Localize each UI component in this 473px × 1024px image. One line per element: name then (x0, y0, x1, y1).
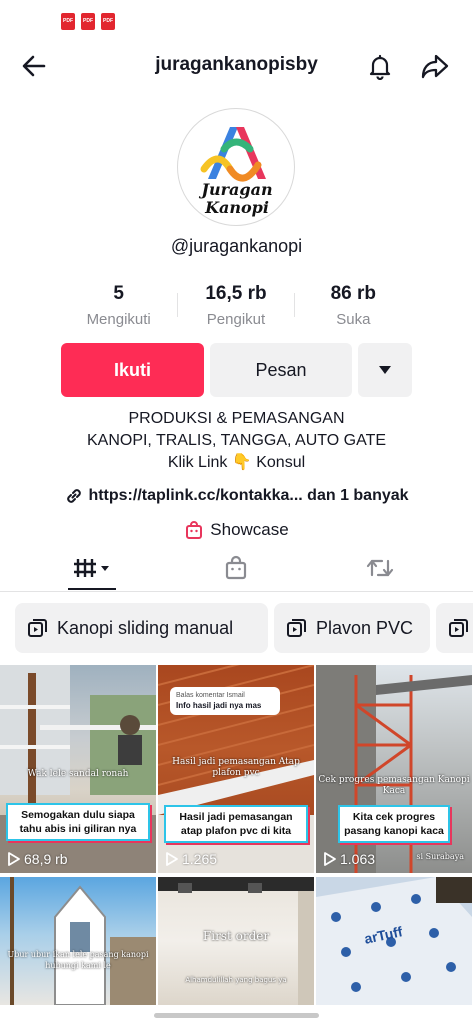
bio-line: Klik Link 👇 Konsul (0, 452, 473, 474)
video-overlay-text: Cek progres pemasangan Kanopi Kaca (318, 775, 470, 796)
reposts-tab[interactable] (356, 552, 404, 584)
follow-button[interactable]: Ikuti (61, 343, 204, 397)
thumbnail-scene (10, 877, 156, 1005)
bio-line: KANOPI, TRALIS, TANGGA, AUTO GATE (86, 432, 387, 449)
video-thumbnail[interactable]: First order Alhamdulillah yang bagus ya (158, 877, 314, 1005)
video-thumbnail[interactable]: Ubur ubur ikan lele pasang kanopi hubung… (0, 877, 156, 1005)
view-count-text: 1.063 (340, 851, 376, 867)
active-tab-indicator (68, 588, 116, 590)
thumbnail-scene (316, 877, 472, 1005)
video-caption: Hasil jadi pemasangan atap plafon pvc di… (164, 805, 308, 843)
video-thumbnail[interactable]: Wak lele sandal ronah Semogakan dulu sia… (0, 665, 156, 873)
grid-bars-icon (74, 559, 109, 577)
share-button[interactable] (419, 50, 451, 82)
playlist-row: Kanopi sliding manual Plavon PVC (0, 603, 473, 653)
bio-line: PRODUKSI & PEMASANGAN (128, 410, 345, 427)
playlist-icon (449, 619, 468, 637)
view-count-text: 1.265 (182, 851, 218, 867)
profile-tabs (0, 544, 473, 592)
comment-reply-text: Info hasil jadi nya mas (176, 701, 262, 710)
juragan-kanopi-logo: Juragan Kanopi (198, 127, 273, 217)
video-caption: Kita cek progres pasang kanopi kaca (338, 805, 450, 843)
stat-likes[interactable]: 86 rb Suka (295, 283, 412, 331)
pdf-icon: PDF (61, 13, 75, 30)
playlist-chip[interactable]: Plavon PVC (274, 603, 430, 653)
playlist-chip[interactable]: Kanopi sliding manual (15, 603, 268, 653)
message-button[interactable]: Pesan (210, 343, 352, 397)
top-navigation: juragankanopisby (0, 40, 473, 92)
pointing-down-emoji: 👇 (231, 454, 252, 471)
video-grid: Wak lele sandal ronah Semogakan dulu sia… (0, 665, 473, 1005)
stat-value: 16,5 rb (205, 283, 267, 304)
profile-stats: 5 Mengikuti 16,5 rb Pengikut 86 rb Suka (60, 283, 412, 331)
pdf-icon: PDF (101, 13, 115, 30)
playlist-label: Kanopi sliding manual (57, 617, 234, 638)
video-thumbnail[interactable]: arTuff (316, 877, 472, 1005)
notification-button[interactable] (364, 50, 396, 82)
caret-down-icon (379, 366, 391, 374)
status-bar: PDF PDF PDF (0, 0, 473, 40)
playlist-icon (287, 619, 306, 637)
video-thumbnail[interactable]: Balas komentar Ismail Info hasil jadi ny… (158, 665, 314, 873)
stat-value: 86 rb (330, 283, 377, 304)
view-count: 1.265 (166, 851, 217, 867)
bio-text: Konsul (256, 454, 306, 471)
video-overlay-text: First order (202, 929, 270, 943)
playlist-icon (28, 619, 47, 637)
shopping-bag-icon (186, 521, 203, 539)
bio-text: Klik Link (167, 454, 228, 471)
profile-handle: @juragankanopi (170, 236, 303, 256)
home-indicator (154, 1013, 319, 1018)
stat-followers[interactable]: 16,5 rb Pengikut (177, 283, 294, 331)
playlist-label: Plavon PVC (316, 617, 414, 638)
comment-reply-header: Balas komentar Ismail (176, 692, 245, 699)
bell-icon (369, 54, 391, 80)
stat-value: 5 (113, 283, 124, 304)
shop-tab[interactable] (212, 552, 260, 584)
share-icon (421, 54, 449, 79)
play-icon (324, 852, 336, 866)
play-icon (166, 852, 178, 866)
stat-label: Pengikut (206, 311, 266, 328)
play-icon (8, 852, 20, 866)
video-overlay-text: Hasil jadi pemasangan Atap plafon pvc (172, 757, 300, 778)
shopping-bag-icon (225, 555, 247, 580)
link-icon (67, 489, 82, 503)
repost-icon (366, 559, 394, 577)
stat-following[interactable]: 5 Mengikuti (60, 283, 177, 331)
video-overlay-text: Ubur ubur ikan lele pasang kanopi hubung… (7, 950, 149, 970)
video-thumbnail[interactable]: Cek progres pemasangan Kanopi Kaca Kita … (316, 665, 472, 873)
more-options-button[interactable] (358, 343, 412, 397)
video-caption: Semogakan dulu siapa tahu abis ini gilir… (6, 803, 150, 841)
stat-label: Mengikuti (86, 311, 151, 328)
playlist-chip[interactable] (436, 603, 473, 653)
profile-bio: PRODUKSI & PEMASANGAN KANOPI, TRALIS, TA… (0, 408, 473, 474)
videos-grid-tab[interactable] (68, 552, 116, 584)
logo-text-line2: Kanopi (204, 198, 269, 217)
stat-label: Suka (336, 311, 371, 328)
view-count-text: 68,9 rb (24, 851, 68, 867)
logo-text-line1: Juragan (198, 180, 272, 199)
showcase-link[interactable]: Showcase (0, 520, 473, 540)
video-overlay-text: Wak lele sandal ronah (27, 769, 129, 779)
pdf-icon: PDF (81, 13, 95, 30)
comment-reply-bubble: Balas komentar Ismail Info hasil jadi ny… (170, 687, 280, 715)
view-count: 68,9 rb (8, 851, 68, 867)
profile-username: juragankanopisby (155, 54, 318, 75)
video-sub-text: Alhamdulillah yang bagus ya (185, 976, 287, 984)
showcase-label: Showcase (210, 520, 289, 539)
profile-link[interactable]: https://taplink.cc/kontakka... dan 1 ban… (0, 486, 473, 506)
link-text: https://taplink.cc/kontakka... dan 1 ban… (88, 487, 409, 504)
profile-avatar[interactable]: Juragan Kanopi (177, 108, 295, 226)
view-count: 1.063 (324, 851, 375, 867)
